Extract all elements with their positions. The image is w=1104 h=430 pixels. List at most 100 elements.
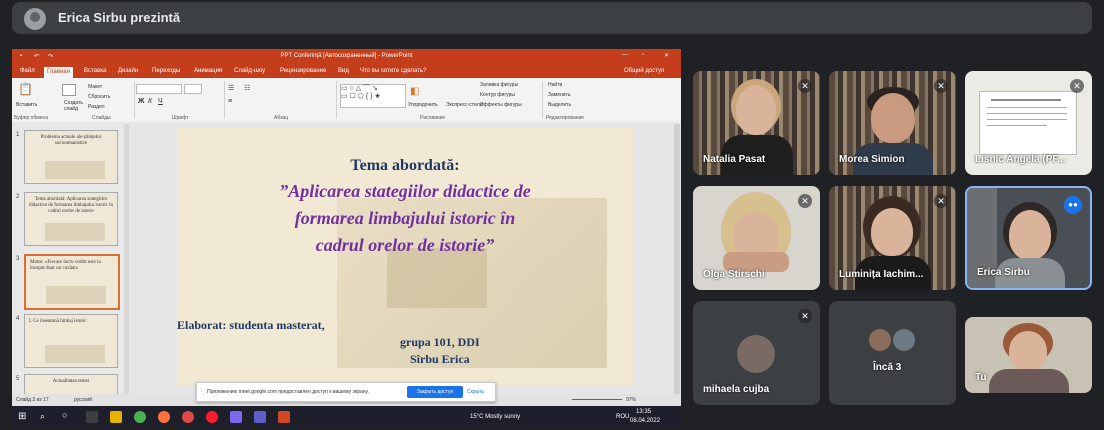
slide-thumb-5[interactable]: Actualitatea temei [24,374,118,396]
shapes-gallery[interactable]: ▭ ○ △ ⌒ ↘ ▭ ☐ ⬠ { } ★ [340,84,406,108]
tab-design[interactable]: Дизайн [118,68,138,74]
reset-button[interactable]: Сбросить [88,94,110,100]
participant-tile[interactable]: ✕ Olga Stirschi [693,186,820,290]
find-button[interactable]: Найти [548,82,562,88]
thumb-number: 4 [16,316,20,322]
language-indicator[interactable]: русский [74,397,92,403]
tab-review[interactable]: Рецензирование [280,68,326,74]
multitask-icon[interactable] [86,411,98,423]
chrome-icon[interactable] [134,411,146,423]
align-icon[interactable]: ≡ [228,98,232,105]
layout-button[interactable]: Макет [88,84,102,90]
slide-thumb-4[interactable]: I. Ce înseamnă limbaj istoric [24,314,118,368]
font-name-field[interactable] [136,84,182,94]
tab-slideshow[interactable]: Слайд-шоу [234,68,265,74]
more-participants-tile[interactable]: Încă 3 [829,301,956,405]
replace-button[interactable]: Заменить [548,92,570,98]
arrange-button[interactable]: Упорядочить [408,102,438,108]
maximize-icon[interactable]: ▫ [642,52,644,58]
participant-tile[interactable]: ✕ Luminița Iachim... [829,186,956,290]
hide-notice-button[interactable]: Скрыть [467,389,484,395]
thumb-text: Problema actuale ale științelor sociouma… [40,135,102,146]
slide-thumb-1[interactable]: Problema actuale ale științelor sociouma… [24,130,118,184]
self-view-tile[interactable]: Tu [965,317,1092,393]
participant-tile[interactable]: ✕ mihaela cujba [693,301,820,405]
minimize-icon[interactable]: — [622,52,628,58]
viber-icon[interactable] [254,411,266,423]
close-icon[interactable]: ✕ [664,52,669,59]
task-view-icon[interactable]: ○ [62,410,67,420]
weather-widget[interactable]: 15°C Mostly sunny [470,414,520,420]
shape-effects-button[interactable]: Эффекты фигуры [480,102,522,108]
file-explorer-icon[interactable] [110,411,122,423]
yandex-icon[interactable] [182,411,194,423]
stop-sharing-button[interactable]: Закрыть доступ [407,386,463,398]
paste-button[interactable]: Вставить [16,102,37,108]
participant-name: mihaela cujba [703,384,770,395]
mic-off-icon: ✕ [1070,79,1084,93]
underline-button[interactable]: Ч [158,98,163,105]
numbering-icon[interactable]: ☷ [244,84,250,92]
new-slide-icon[interactable] [62,84,76,96]
participant-name: Natalia Pasat [703,154,766,165]
participant-tile[interactable]: ✕ Morea Simion [829,71,956,175]
opera-icon[interactable] [206,411,218,423]
slide-author-line: Elaborat: studenta masterat, [177,318,325,332]
tab-animations[interactable]: Анимация [194,68,222,74]
start-icon[interactable]: ⊞ [18,411,26,422]
tell-me-search[interactable]: Что вы хотите сделать? [360,68,426,74]
slide-thumb-3[interactable]: Motto: «Fiecare lucru vorbit este la înc… [24,254,120,310]
tab-transitions[interactable]: Переходы [152,68,180,74]
input-language[interactable]: ROU [616,414,629,420]
zoom-level[interactable]: 97% [626,397,636,403]
group-paragraph: Абзац [274,115,289,121]
more-participants-label: Încă 3 [873,362,902,373]
quick-styles-button[interactable]: Экспресс-стили [446,102,483,108]
slide-topic-line: cadrul orelor de istorie” [315,235,495,255]
tab-insert[interactable]: Вставка [84,68,106,74]
tab-home[interactable]: Главная [44,67,73,78]
firefox-icon[interactable] [158,411,170,423]
tab-file[interactable]: Файл [20,68,35,74]
participant-name: Lisnic Angela (PF... [975,154,1066,165]
presenter-label: Erica Sirbu prezintă [58,10,181,25]
editor-scrollbar[interactable] [674,124,680,394]
drag-handle-icon[interactable]: ⁞ [201,388,202,394]
mic-off-icon: ✕ [934,194,948,208]
clock-date[interactable]: 08.04.2022 [630,418,660,424]
shape-fill-button[interactable]: Заливка фигуры [480,82,518,88]
paste-icon[interactable]: 📋 [18,82,33,96]
mic-off-icon: ✕ [798,194,812,208]
ppt-window-title: PPT Conferinţă [Автосохраненный] - Power… [280,53,413,59]
avatar [869,329,891,351]
clock-time[interactable]: 13:35 [636,409,651,415]
avatar [893,329,915,351]
share-notice-text: Приложению meet.google.com предоставлен … [207,389,369,395]
select-button[interactable]: Выделить [548,102,571,108]
current-slide[interactable]: Tema abordată: ”Aplicarea stategiilor di… [177,128,633,385]
slide-topic-line: ”Aplicarea stategiilor didactice de [279,181,531,201]
participant-tile[interactable]: ✕ Lisnic Angela (PF... [965,71,1092,175]
tab-view[interactable]: Вид [338,68,349,74]
italic-button[interactable]: К [148,98,152,105]
search-icon[interactable]: ⌕ [40,411,45,422]
presenter-bar: Erica Sirbu prezintă [12,2,1092,34]
thumb-text: Actualitatea temei [52,379,90,384]
thumbnails-scrollbar[interactable] [124,124,129,394]
bullets-icon[interactable]: ☰ [228,84,234,92]
zoom-slider[interactable] [572,399,622,400]
shape-outline-button[interactable]: Контур фигуры [480,92,515,98]
new-slide-button[interactable]: Создать слайд [64,100,86,112]
app-icon[interactable] [230,411,242,423]
participant-name: Morea Simion [839,154,905,165]
share-button[interactable]: Общий доступ [624,68,664,74]
participant-tile-active-speaker[interactable]: ●● Erica Sirbu [965,186,1092,290]
slide-thumb-2[interactable]: Tema abordată: Aplicarea stategiilor did… [24,192,118,246]
section-button[interactable]: Раздел [88,104,105,110]
participant-tile[interactable]: ✕ Natalia Pasat [693,71,820,175]
ribbon-tabs: Файл Главная Вставка Дизайн Переходы Ани… [12,65,681,78]
bold-button[interactable]: Ж [138,98,144,105]
font-size-field[interactable] [184,84,202,94]
powerpoint-taskbar-icon[interactable] [278,411,290,423]
arrange-icon[interactable]: ◧ [410,86,419,97]
